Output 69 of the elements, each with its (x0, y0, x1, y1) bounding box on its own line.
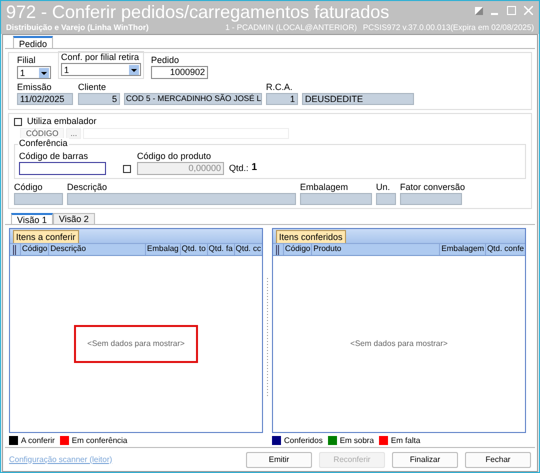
field-label: Embalagem (300, 182, 350, 193)
version-info: PCSIS972 v.37.0.00.013(Expira em 02/08/2025) (362, 23, 534, 33)
user-info: 1 - PCADMIN (LOCAL@ANTERIOR) (225, 23, 357, 33)
readonly-field[interactable]: COD 5 - MERCADINHO SÃO JOSÉ L (124, 93, 262, 105)
readonly-field[interactable] (67, 193, 296, 205)
action-button[interactable]: Fechar (465, 452, 531, 468)
readonly-field[interactable] (400, 193, 462, 205)
window-subtitle: Distribuição e Varejo (Linha WinThor) (6, 23, 150, 33)
field-label: Código do produto (137, 151, 212, 162)
code-button[interactable]: CÓDIGO (20, 128, 64, 139)
field-label: Cliente (78, 82, 108, 93)
column-chooser-icon[interactable] (12, 244, 18, 254)
column-chooser-icon[interactable] (275, 244, 281, 254)
empty-message: <Sem dados para mostrar> (87, 338, 185, 350)
maximize-icon[interactable] (507, 6, 516, 15)
empty-message: <Sem dados para mostrar> (350, 338, 448, 350)
close-icon[interactable] (524, 6, 533, 15)
checkbox[interactable] (123, 165, 131, 173)
readonly-field[interactable]: 1 (266, 93, 298, 105)
column-header[interactable]: Qtd. confe (485, 244, 525, 255)
checkbox[interactable] (14, 118, 22, 126)
browse-button[interactable]: ... (66, 128, 82, 139)
legend-label: Em conferência (72, 436, 128, 446)
tab[interactable]: Visão 2 (52, 213, 95, 224)
field-label: Conf. por filial retira (61, 52, 140, 63)
field-label: Utiliza embalador (27, 116, 97, 127)
readonly-field[interactable]: DEUSDEDITE (302, 93, 414, 105)
dropdown[interactable]: 1 (61, 63, 141, 76)
legend-label: Em sobra (340, 436, 374, 446)
readonly-field[interactable] (300, 193, 372, 205)
field-label: Código de barras (19, 151, 90, 162)
group-title: Conferência (18, 138, 69, 148)
order-field[interactable]: 1000902 (151, 66, 208, 79)
column-header[interactable]: Qtd. to (180, 244, 207, 255)
quantity-label: Qtd.: (229, 163, 249, 174)
column-header[interactable]: Produto (311, 244, 440, 255)
column-header[interactable]: Embalagem (439, 244, 486, 255)
column-header[interactable]: Código (20, 244, 48, 255)
field-label: Código (14, 182, 44, 193)
grid-title-tab[interactable]: Itens conferidos (276, 230, 346, 243)
action-button[interactable]: Emitir (246, 452, 312, 468)
window-title: 972 - Conferir pedidos/carregamentos faturados (6, 1, 390, 23)
legend-label: A conferir (21, 436, 55, 446)
field-label: Emissão (17, 82, 53, 93)
restore-icon[interactable] (475, 6, 483, 14)
readonly-field[interactable]: 11/02/2025 (17, 93, 73, 105)
readonly-field[interactable]: 5 (78, 93, 120, 105)
field-label: Filial (17, 55, 37, 66)
tab[interactable]: Pedido (13, 36, 54, 48)
field-label: Pedido (151, 55, 180, 66)
grid-title-tab[interactable]: Itens a conferir (13, 230, 79, 243)
quantity-value: 1 (252, 162, 258, 174)
column-header[interactable]: Qtd. cc (234, 244, 262, 255)
column-header[interactable]: Qtd. fa (206, 244, 234, 255)
field-label: Fator conversão (400, 182, 466, 193)
column-header[interactable]: Descrição (48, 244, 146, 255)
field-label: Un. (376, 182, 392, 193)
legend-label: Conferidos (284, 436, 323, 446)
field-label: Descrição (67, 182, 108, 193)
column-header[interactable]: Embalag (145, 244, 180, 255)
dropdown[interactable]: 1 (17, 66, 51, 79)
action-button[interactable]: Finalizar (392, 452, 458, 468)
tab[interactable]: Visão 1 (11, 213, 53, 224)
field-label: R.C.A. (266, 82, 294, 93)
legend-label: Em falta (390, 436, 420, 446)
barcode-field[interactable] (19, 162, 106, 175)
readonly-field[interactable] (14, 193, 63, 205)
readonly-field[interactable] (376, 193, 396, 205)
column-header[interactable]: Código (283, 244, 312, 255)
